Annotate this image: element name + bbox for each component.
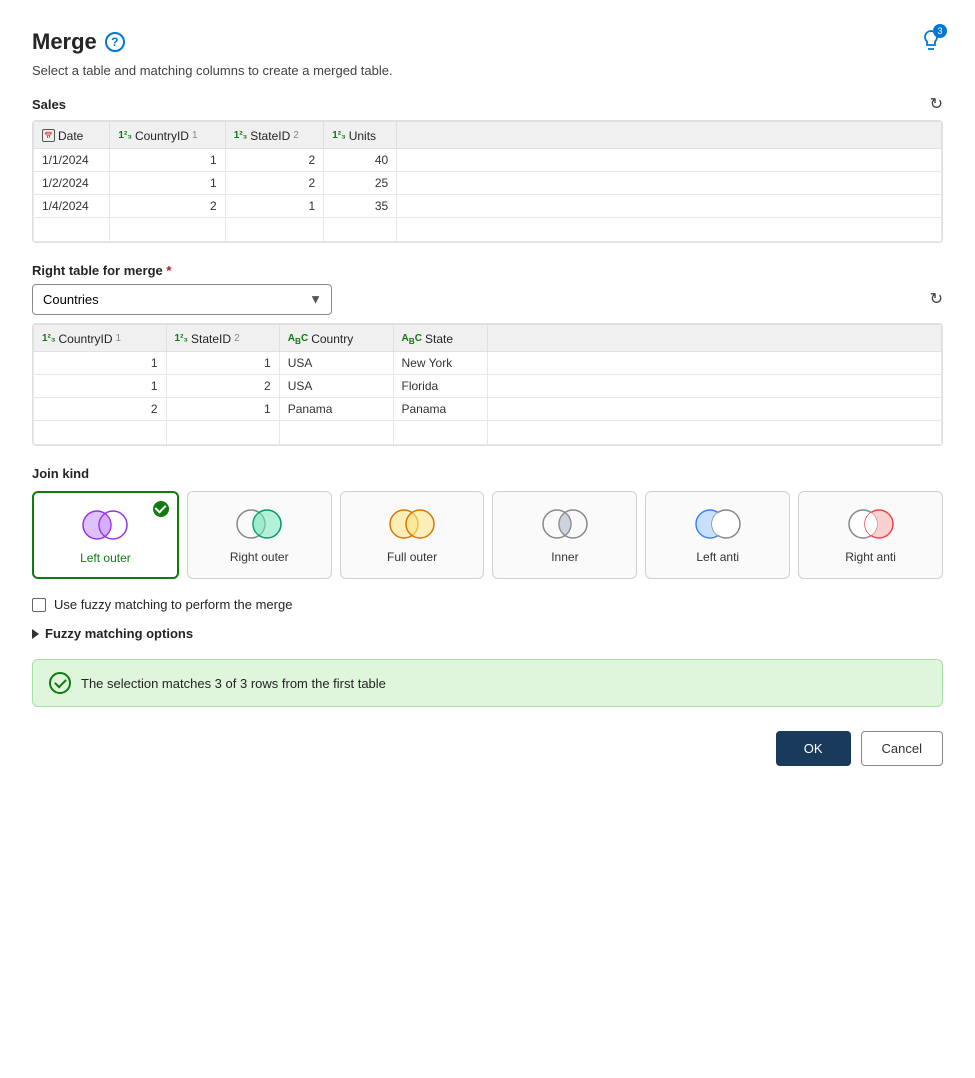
join-left-anti[interactable]: Left anti xyxy=(645,491,790,579)
sales-col-empty xyxy=(397,122,942,149)
countries-table: 1²₃ CountryID 1 1²₃ StateID 2 ABC Co xyxy=(33,324,942,446)
left-anti-label: Left anti xyxy=(696,550,739,564)
join-options: Left outer Right outer Full outer xyxy=(32,491,943,579)
subtitle: Select a table and matching columns to c… xyxy=(32,63,943,78)
countries-col-stateid[interactable]: 1²₃ StateID 2 xyxy=(166,324,279,352)
join-full-outer[interactable]: Full outer xyxy=(340,491,485,579)
sales-table-container: 📅 Date 1²₃ CountryID 1 1²₃ StateID xyxy=(32,120,943,243)
countries-col-empty xyxy=(488,324,942,352)
table-row xyxy=(34,421,942,445)
right-table-label: Right table for merge * xyxy=(32,263,943,278)
inner-venn xyxy=(539,506,591,542)
full-outer-label: Full outer xyxy=(387,550,437,564)
sales-table-header: 📅 Date 1²₃ CountryID 1 1²₃ StateID xyxy=(34,122,942,149)
sales-table: 📅 Date 1²₃ CountryID 1 1²₃ StateID xyxy=(33,121,942,242)
join-selected-check xyxy=(153,501,169,517)
table-row: 1/4/20242135 xyxy=(34,194,942,217)
join-right-outer[interactable]: Right outer xyxy=(187,491,332,579)
join-inner[interactable]: Inner xyxy=(492,491,637,579)
ok-button[interactable]: OK xyxy=(776,731,851,766)
table-row: 1/1/20241240 xyxy=(34,148,942,171)
match-text: The selection matches 3 of 3 rows from t… xyxy=(81,676,386,691)
table-row: 1/2/20241225 xyxy=(34,171,942,194)
inner-label: Inner xyxy=(551,550,578,564)
fuzzy-options-chevron xyxy=(32,629,39,639)
right-outer-label: Right outer xyxy=(230,550,289,564)
fuzzy-matching-row: Use fuzzy matching to perform the merge xyxy=(32,597,943,612)
join-right-anti[interactable]: Right anti xyxy=(798,491,943,579)
left-outer-venn xyxy=(79,507,131,543)
fuzzy-label: Use fuzzy matching to perform the merge xyxy=(54,597,292,612)
right-anti-label: Right anti xyxy=(845,550,896,564)
header: Merge ? 3 xyxy=(32,28,943,55)
help-icon[interactable]: ? xyxy=(105,32,125,52)
calendar-icon: 📅 xyxy=(42,129,55,142)
sales-col-date[interactable]: 📅 Date xyxy=(34,122,110,149)
title-row: Merge ? xyxy=(32,29,125,55)
table-row: 12USAFlorida xyxy=(34,375,942,398)
footer-buttons: OK Cancel xyxy=(32,731,943,766)
sales-col-countryid[interactable]: 1²₃ CountryID 1 xyxy=(110,122,225,149)
join-left-outer[interactable]: Left outer xyxy=(32,491,179,579)
right-outer-venn xyxy=(233,506,285,542)
fuzzy-options-row[interactable]: Fuzzy matching options xyxy=(32,626,943,641)
sales-refresh-button[interactable]: ↻ xyxy=(930,94,943,114)
left-anti-venn xyxy=(692,506,744,542)
right-table-select-row: Countries Sales ▼ ↻ xyxy=(32,284,943,315)
countries-table-header: 1²₃ CountryID 1 1²₃ StateID 2 ABC Co xyxy=(34,324,942,352)
sales-col-units[interactable]: 1²₃ Units xyxy=(324,122,397,149)
page-title: Merge xyxy=(32,29,97,55)
table-row xyxy=(34,217,942,241)
lightbulb-badge-count: 3 xyxy=(933,24,947,38)
countries-col-countryid[interactable]: 1²₃ CountryID 1 xyxy=(34,324,167,352)
match-check-icon xyxy=(49,672,71,694)
full-outer-venn xyxy=(386,506,438,542)
countries-col-country[interactable]: ABC Country xyxy=(279,324,393,352)
right-table-select[interactable]: Countries Sales xyxy=(32,284,332,315)
left-outer-label: Left outer xyxy=(80,551,131,565)
countries-refresh-button[interactable]: ↻ xyxy=(930,289,943,309)
sales-table-body: 1/1/202412401/2/202412251/4/20242135 xyxy=(34,148,942,241)
fuzzy-checkbox[interactable] xyxy=(32,598,46,612)
sales-label: Sales xyxy=(32,97,66,112)
right-anti-venn xyxy=(845,506,897,542)
countries-table-container: 1²₃ CountryID 1 1²₃ StateID 2 ABC Co xyxy=(32,323,943,447)
fuzzy-options-label: Fuzzy matching options xyxy=(45,626,193,641)
table-row: 21PanamaPanama xyxy=(34,398,942,421)
join-kind-label: Join kind xyxy=(32,466,943,481)
lightbulb-button[interactable]: 3 xyxy=(919,28,943,55)
table-row: 11USANew York xyxy=(34,352,942,375)
countries-table-body: 11USANew York12USAFlorida21PanamaPanama xyxy=(34,352,942,445)
sales-col-stateid[interactable]: 1²₃ StateID 2 xyxy=(225,122,323,149)
right-table-select-wrapper: Countries Sales ▼ xyxy=(32,284,332,315)
match-message: The selection matches 3 of 3 rows from t… xyxy=(32,659,943,707)
sales-section-label: Sales ↻ xyxy=(32,94,943,114)
cancel-button[interactable]: Cancel xyxy=(861,731,943,766)
countries-col-state[interactable]: ABC State xyxy=(393,324,488,352)
